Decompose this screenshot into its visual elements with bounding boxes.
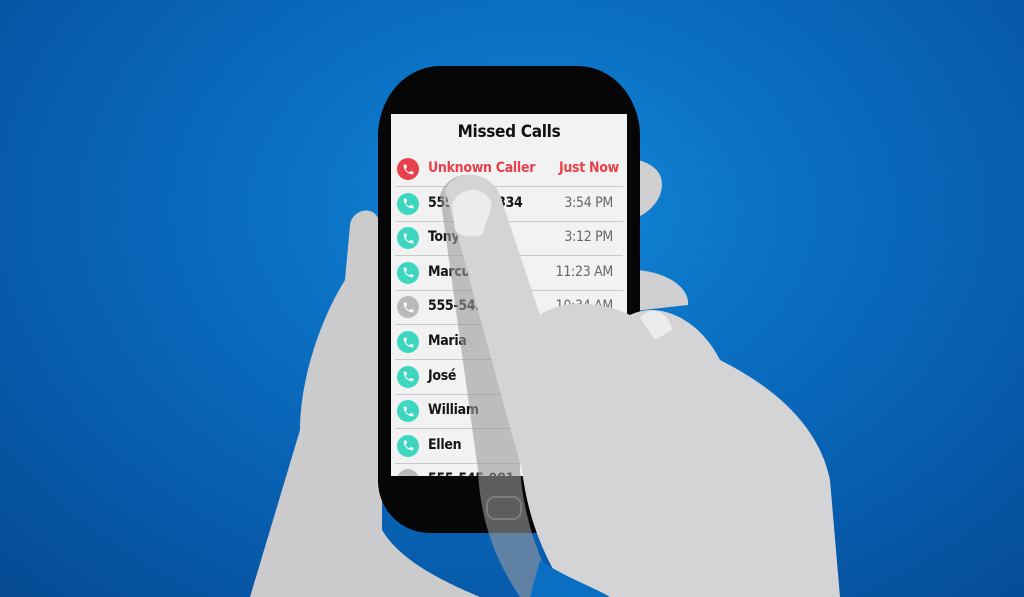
pointing-hand xyxy=(440,174,840,597)
